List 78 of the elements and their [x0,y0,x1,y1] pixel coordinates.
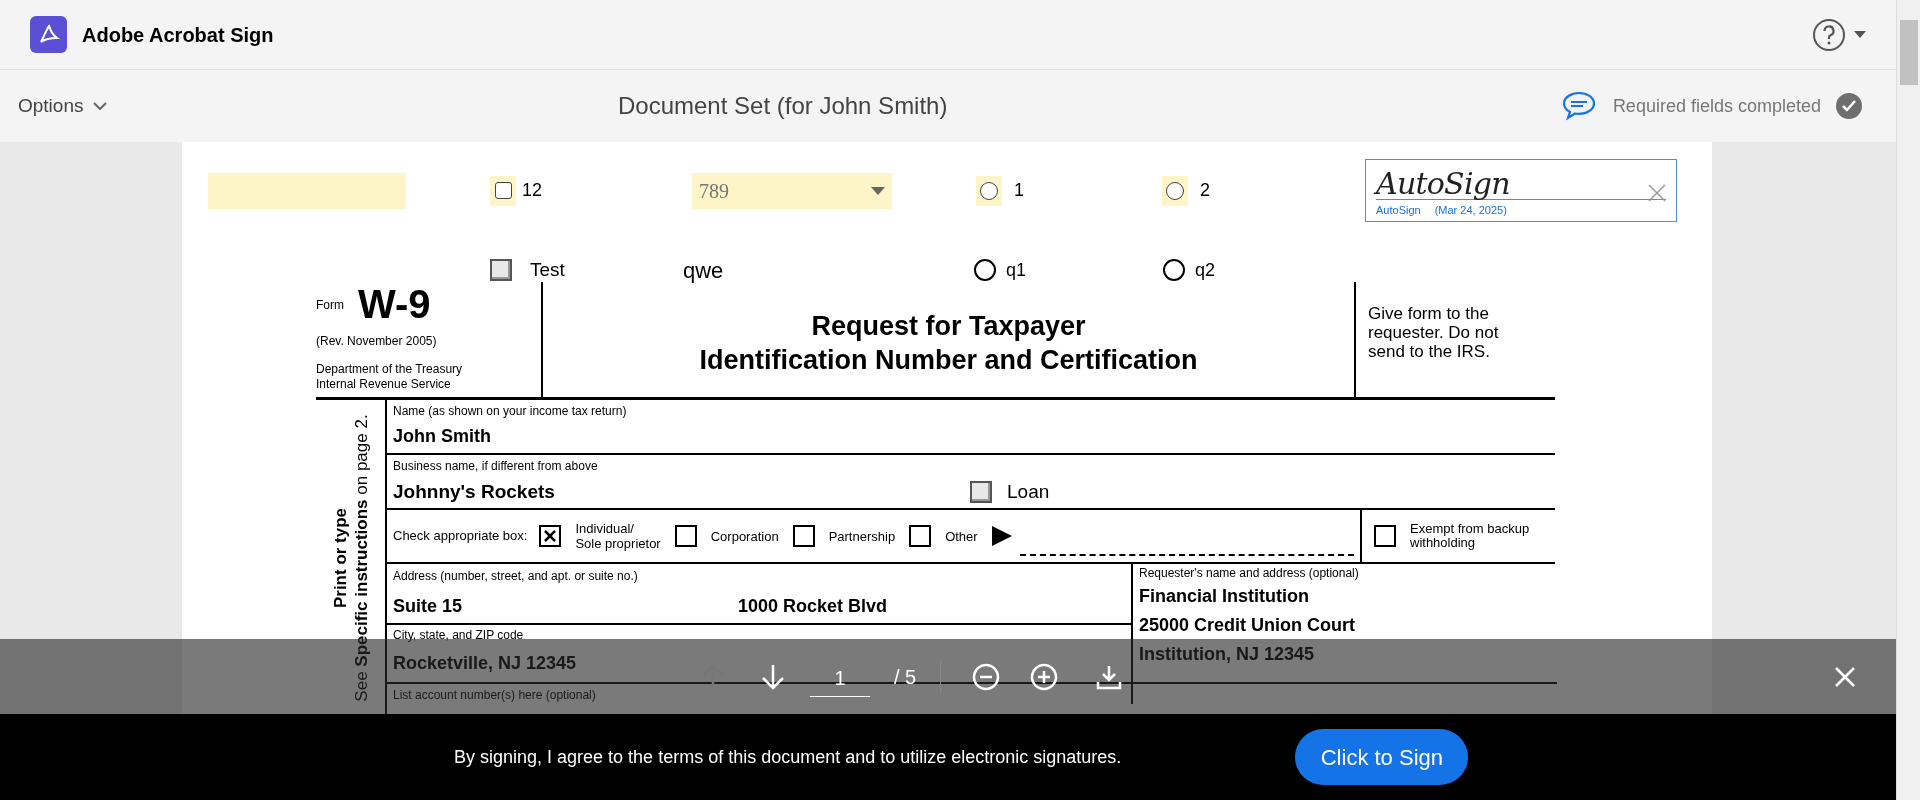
checkbox-label: Test [530,257,565,282]
radio-button[interactable] [1163,259,1185,281]
document-title: Document Set (for John Smith) [618,91,948,121]
form-title: Identification Number and Certification [699,343,1198,377]
field-label: City, state, and ZIP code [393,627,525,644]
form-title: Request for Taxpayer [811,309,1086,343]
zoom-in-icon[interactable] [1029,661,1060,692]
app-name: Adobe Acrobat Sign [82,22,274,48]
form-number: W-9 [358,284,431,324]
page-count: / 5 [894,664,917,690]
field-label: List account number(s) here (optional) [393,687,596,704]
field-value: John Smith [393,425,492,448]
scrollbar[interactable] [1896,0,1920,800]
field-label: Name (as shown on your income tax return) [393,403,628,420]
checkbox[interactable] [1374,525,1396,547]
field-label: Address (number, street, and apt. or suite no.) [393,568,639,585]
radio-label: q1 [1006,258,1027,282]
signature-field[interactable]: AutoSign AutoSign (Mar 24, 2025) [1365,159,1677,222]
field-text: qwe [683,256,724,285]
checkbox[interactable] [539,525,562,547]
close-icon[interactable] [1648,184,1666,202]
checkbox[interactable] [674,525,697,547]
status-text: Required fields completed [1612,94,1821,118]
department-text: Department of the Treasury [316,362,464,377]
signature-date: (Mar 24, 2025) [1434,203,1507,218]
revision-text: (Rev. November 2005) [316,333,438,350]
sign-button[interactable]: Click to Sign [1295,729,1469,785]
dropdown[interactable]: 789 [692,172,892,209]
option-label: Individual/ [575,521,635,536]
zoom-out-icon[interactable] [971,661,1002,692]
checkbox[interactable] [792,525,815,547]
field-value: 1000 Rocket Blvd [738,595,888,618]
chat-icon[interactable] [1561,91,1596,121]
radio-label: q2 [1195,258,1216,282]
text-field[interactable] [208,172,406,209]
radio-button[interactable] [974,259,996,281]
chevron-icon [93,102,108,110]
form-note: send to the IRS. [1368,342,1491,361]
pointer-icon [991,526,1012,546]
field-value: Suite 15 [393,595,464,618]
field-label: Requester's name and address (optional) [1139,565,1360,582]
caret-icon [871,186,885,195]
option-label: Other [945,528,978,544]
options-menu[interactable]: Options [18,91,108,121]
option-label: Exempt from backup [1410,522,1530,536]
side-instructions: See Specific instructions on page 2. [350,414,372,702]
signer-name: AutoSign [1376,203,1421,218]
agency-text: Internal Revenue Service [316,377,452,392]
field-label: Check appropriate box: [393,527,528,546]
checkbox-label: 12 [522,179,543,202]
radio-button[interactable] [980,181,998,200]
help-icon[interactable] [1812,17,1846,52]
field-label: Business name, if different from above [393,458,599,475]
logo-icon [30,16,67,53]
checkbox[interactable] [970,481,992,504]
side-heading: Print or type [329,507,351,609]
checkbox-label: Loan [1007,480,1050,504]
form-note: Give form to the [1368,304,1490,323]
option-label: Partnership [828,528,896,544]
option-label: Sole proprietor [575,536,661,551]
checkbox[interactable] [494,182,512,199]
x-mark-icon [543,529,558,543]
form-label: Form [316,297,344,314]
option-label: Corporation [710,528,779,544]
field-value: Institution, NJ 12345 [1139,643,1315,666]
field-value: Johnny's Rockets [393,480,556,504]
field-value: Rocketville, NJ 12345 [393,652,577,675]
radio-label: 2 [1200,179,1210,202]
radio-label: 1 [1014,179,1024,202]
radio-button[interactable] [1166,181,1184,200]
consent-text: By signing, I agree to the terms of this document and to utilize electronic signatures. [454,745,1122,769]
checkbox[interactable] [490,259,512,281]
field-value: Financial Institution [1139,585,1309,608]
option-label: withholding [1410,536,1477,550]
field-value: 25000 Credit Union Court [1139,614,1356,637]
caret-icon[interactable] [1854,31,1866,38]
checkbox[interactable] [909,525,932,547]
form-note: requester. Do not [1368,323,1500,342]
